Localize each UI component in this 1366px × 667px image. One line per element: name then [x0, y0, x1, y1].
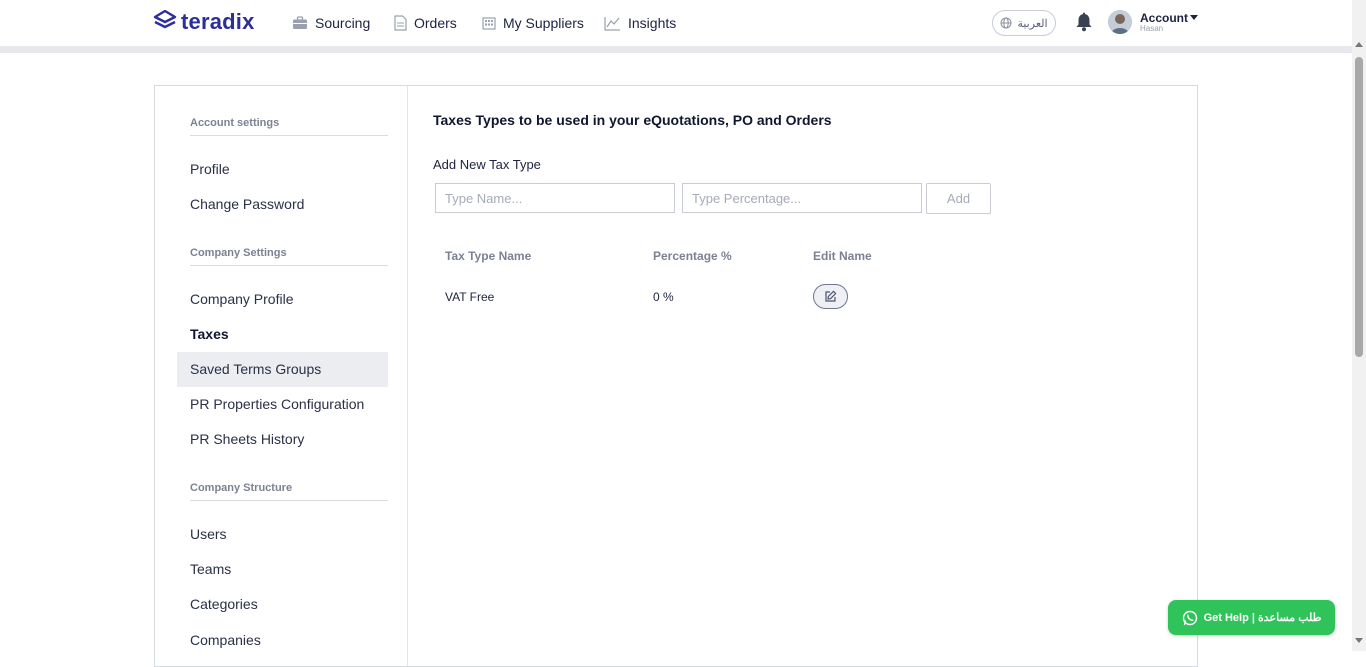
- scroll-thumb[interactable]: [1355, 57, 1363, 357]
- nav-label: Sourcing: [315, 15, 371, 31]
- teradix-logo[interactable]: teradix: [153, 9, 255, 35]
- logo-mark-icon: [153, 10, 177, 29]
- nav-orders[interactable]: Orders: [394, 13, 457, 33]
- sidebar-item-categories[interactable]: Categories: [177, 587, 388, 622]
- building-icon: [482, 16, 496, 30]
- sidebar-item-taxes[interactable]: Taxes: [177, 317, 388, 352]
- tax-percentage-input[interactable]: [682, 183, 922, 213]
- sidebar-item-pr-sheets-history[interactable]: PR Sheets History: [177, 422, 388, 457]
- get-help-button[interactable]: Get Help | طلب مساعدة: [1168, 600, 1335, 635]
- sidebar-item-pr-properties-configuration[interactable]: PR Properties Configuration: [177, 387, 388, 422]
- sidebar-item-companies[interactable]: Companies: [177, 623, 388, 658]
- language-toggle-button[interactable]: العربية: [992, 10, 1056, 36]
- section-title-company-settings: Company Settings: [190, 247, 388, 266]
- nav-label: Orders: [414, 15, 457, 31]
- sidebar-item-users[interactable]: Users: [177, 517, 388, 552]
- edit-tax-name-button[interactable]: [813, 284, 848, 309]
- sidebar-item-profile[interactable]: Profile: [177, 152, 388, 187]
- top-navbar: teradix Sourcing Orders My Suppliers Ins…: [0, 0, 1352, 47]
- section-title-account-settings: Account settings: [190, 117, 388, 136]
- settings-sidebar: Account settings Profile Change Password…: [155, 86, 408, 666]
- sidebar-item-teams[interactable]: Teams: [177, 552, 388, 587]
- sidebar-item-change-password[interactable]: Change Password: [177, 187, 388, 222]
- document-icon: [394, 15, 407, 31]
- edit-pencil-icon: [825, 290, 837, 302]
- add-tax-type-label: Add New Tax Type: [433, 157, 541, 172]
- notifications-bell-icon[interactable]: [1075, 12, 1093, 37]
- briefcase-icon: [293, 16, 307, 29]
- chart-line-icon: [604, 16, 620, 31]
- scroll-up-arrow-icon[interactable]: [1355, 42, 1363, 47]
- whatsapp-icon: [1182, 610, 1197, 625]
- sidebar-item-company-profile[interactable]: Company Profile: [177, 282, 388, 317]
- page-scrollbar[interactable]: [1352, 0, 1366, 651]
- settings-card: Account settings Profile Change Password…: [154, 85, 1198, 667]
- tax-row-percentage: 0 %: [653, 290, 674, 304]
- account-user-name: Hasan: [1140, 24, 1164, 33]
- section-title-company-structure: Company Structure: [190, 482, 388, 501]
- nav-label: Insights: [628, 15, 677, 31]
- sidebar-item-saved-terms-groups[interactable]: Saved Terms Groups: [177, 352, 388, 387]
- user-avatar[interactable]: [1108, 10, 1132, 34]
- language-label: العربية: [1017, 17, 1048, 30]
- navbar-divider: [0, 46, 1352, 53]
- page-title: Taxes Types to be used in your eQuotatio…: [433, 112, 832, 128]
- nav-label: My Suppliers: [503, 15, 584, 31]
- column-header-tax-type-name: Tax Type Name: [445, 249, 532, 263]
- column-header-percentage: Percentage %: [653, 249, 732, 263]
- add-tax-button[interactable]: Add: [926, 183, 991, 214]
- tax-name-input[interactable]: [435, 183, 675, 213]
- nav-my-suppliers[interactable]: My Suppliers: [482, 13, 584, 33]
- brand-name: teradix: [181, 9, 255, 34]
- caret-down-icon[interactable]: [1190, 15, 1198, 20]
- tax-row-name: VAT Free: [445, 290, 495, 304]
- nav-sourcing[interactable]: Sourcing: [292, 13, 370, 33]
- globe-icon: [1000, 17, 1012, 29]
- nav-insights[interactable]: Insights: [604, 13, 676, 33]
- scroll-down-arrow-icon[interactable]: [1355, 638, 1363, 643]
- help-button-label: Get Help | طلب مساعدة: [1203, 612, 1322, 624]
- account-label[interactable]: Account: [1140, 11, 1188, 25]
- column-header-edit-name: Edit Name: [813, 249, 872, 263]
